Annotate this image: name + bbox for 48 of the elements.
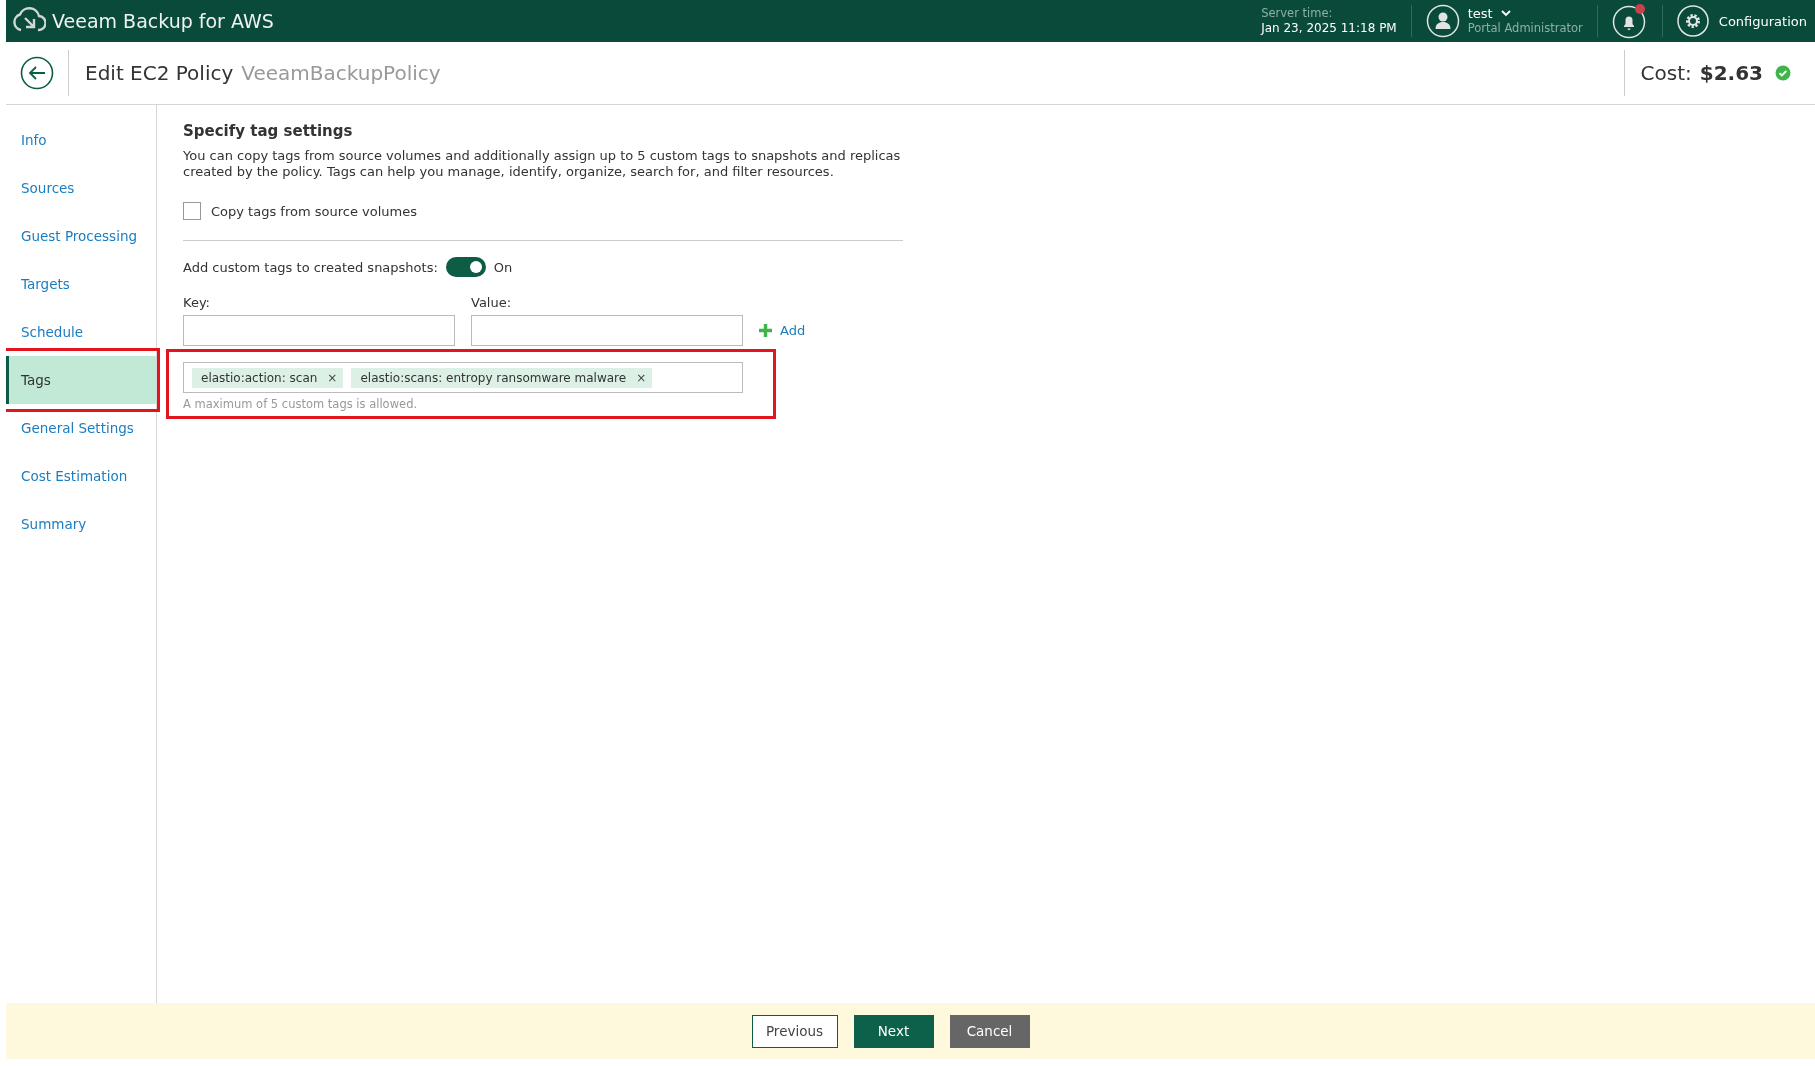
remove-tag-button[interactable]: × [636, 370, 647, 385]
toggle-switch[interactable] [445, 257, 486, 277]
user-icon [1425, 4, 1460, 38]
sidebar-item[interactable]: Cost Estimation [6, 452, 156, 500]
cost-value: $2.63 [1699, 61, 1763, 85]
tag-text: elastio:scans: entropy ransomware malware [360, 370, 627, 385]
back-icon[interactable] [20, 56, 54, 90]
cancel-button[interactable]: Cancel [949, 1014, 1030, 1048]
sidebar-item[interactable]: Targets [6, 260, 156, 308]
server-time-label: Server time: [1261, 6, 1334, 21]
sidebar-item[interactable]: Schedule [6, 308, 156, 356]
tags-field[interactable]: elastio:action: scan × elastio:scans: entropy ransomware malware × [183, 362, 743, 393]
user-role: Portal Administrator [1467, 21, 1583, 36]
field-label: Value: [471, 295, 513, 310]
hint-text: A maximum of 5 custom tags is allowed. [183, 397, 419, 411]
add-link[interactable]: Add [759, 315, 806, 346]
plus-icon [759, 324, 772, 337]
chevron-down-icon [1500, 10, 1511, 17]
app-title: Veeam Backup for AWS [52, 10, 274, 32]
next-button[interactable]: Next [853, 1014, 934, 1048]
cost-label: Cost: [1640, 61, 1692, 85]
policy-name: VeeamBackupPolicy [241, 61, 441, 85]
input-field[interactable] [471, 315, 743, 346]
page-title: Edit EC2 Policy [85, 61, 234, 85]
section-heading: Specify tag settings [183, 122, 354, 140]
user-menu[interactable]: test Portal Administrator [1425, 4, 1583, 38]
tag-text: elastio:action: scan [201, 370, 318, 385]
configuration-button[interactable]: Configuration [1676, 5, 1807, 37]
checkbox[interactable] [183, 202, 201, 220]
sidebar-item[interactable]: Info [6, 116, 156, 164]
sidebar-item[interactable]: Sources [6, 164, 156, 212]
settings-icon [1676, 5, 1709, 37]
input-field[interactable] [183, 315, 455, 346]
remove-tag-button[interactable]: × [327, 370, 338, 385]
toggle-label: Add custom tags to created snapshots: [183, 259, 438, 275]
sidebar-item[interactable]: General Settings [6, 404, 156, 452]
toggle-state: On [493, 259, 513, 275]
notification-bell-icon[interactable] [1611, 3, 1648, 39]
previous-button[interactable]: Previous [751, 1014, 838, 1048]
sidebar-item[interactable]: Guest Processing [6, 212, 156, 260]
description: You can copy tags from source volumes and additionally assign up to 5 custom tags to snapshots and replicas created by the policy. Tags can help you manage, identify, organize, search for, and filter resources. [183, 148, 902, 180]
user-name: test [1467, 6, 1493, 21]
check-circle-icon [1775, 65, 1791, 81]
sidebar-item[interactable]: Tags [6, 356, 156, 404]
sidebar-item[interactable]: Summary [6, 500, 156, 548]
field-label: Key: [183, 295, 211, 310]
checkbox-label: Copy tags from source volumes [211, 203, 417, 219]
server-time: Jan 23, 2025 11:18 PM [1261, 21, 1397, 36]
